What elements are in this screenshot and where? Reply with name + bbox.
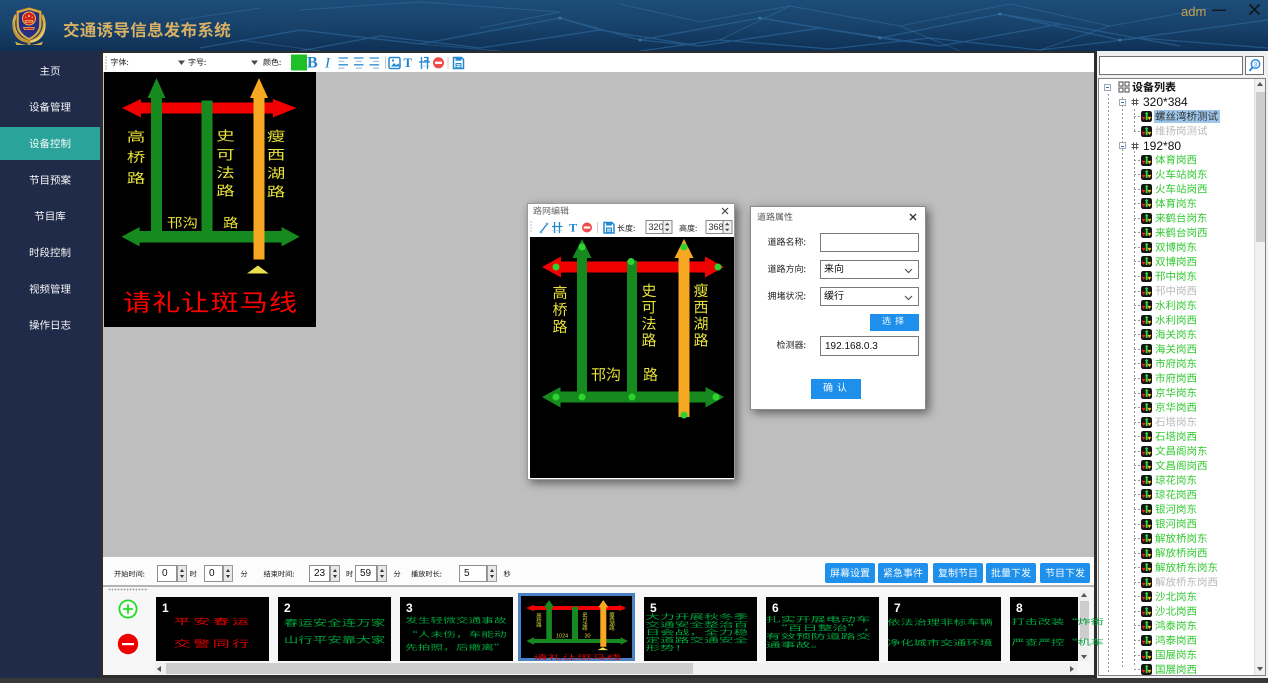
svg-text:30: 30	[585, 634, 591, 640]
svg-text:T: T	[569, 221, 577, 235]
svg-text:I: I	[324, 56, 331, 72]
svg-text:B: B	[307, 55, 318, 72]
svg-text:320: 320	[649, 222, 664, 232]
svg-text:T: T	[404, 55, 413, 70]
svg-text:368: 368	[709, 222, 724, 232]
svg-text:1024: 1024	[556, 634, 568, 640]
